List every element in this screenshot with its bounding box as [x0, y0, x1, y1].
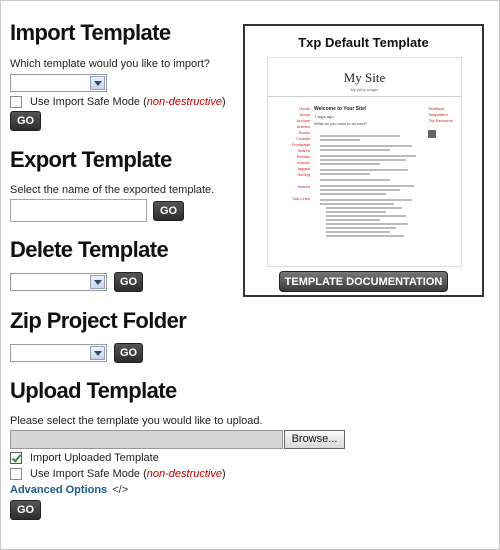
chevron-down-icon [90, 346, 105, 360]
upload-go-button[interactable]: GO [10, 500, 41, 520]
upload-safe-mode-label: Use Import Safe Mode (non-destructive) [30, 468, 226, 480]
upload-file-input[interactable] [10, 430, 283, 449]
zip-project-select[interactable] [10, 344, 107, 362]
import-heading: Import Template [10, 20, 171, 45]
thumb-article-date: 7 days ago [314, 114, 334, 119]
non-destructive-note: non-destructive [146, 468, 222, 480]
zip-go-button[interactable]: GO [114, 343, 143, 363]
import-safe-mode-label: Use Import Safe Mode (non-destructive) [30, 96, 226, 108]
import-uploaded-label: Import Uploaded Template [30, 452, 159, 464]
thumb-divider [268, 96, 461, 97]
export-name-input[interactable] [10, 199, 147, 222]
thumb-left-nav: Home About Archive Articles Books Contact Fron… [291, 106, 310, 201]
delete-template-select[interactable] [10, 273, 107, 291]
thumb-badge-icon [428, 130, 436, 138]
browse-button[interactable]: Browse... [284, 430, 345, 449]
advanced-options-suffix: </> [112, 484, 129, 496]
upload-prompt: Please select the template you would lik… [10, 415, 263, 427]
thumb-slogan: My pithy slogan [350, 87, 379, 92]
thumb-article: Welcome to Your Site! 7 days ago What do… [314, 106, 424, 237]
import-template-select[interactable] [10, 74, 107, 92]
delete-heading: Delete Template [10, 237, 169, 262]
upload-safe-mode-checkbox[interactable] [10, 468, 22, 480]
chevron-down-icon [90, 275, 105, 289]
advanced-options-row: Advanced Options </> [10, 484, 128, 496]
thumb-article-lead: What do you want to do next? [314, 121, 367, 126]
non-destructive-note: non-destructive [146, 96, 222, 108]
chevron-down-icon [90, 76, 105, 90]
import-go-button[interactable]: GO [10, 111, 41, 131]
import-uploaded-checkbox[interactable] [10, 452, 22, 464]
import-prompt: Which template would you like to import? [10, 58, 210, 70]
import-safe-mode-checkbox[interactable] [10, 96, 22, 108]
export-heading: Export Template [10, 147, 172, 172]
advanced-options-link[interactable]: Advanced Options [10, 484, 107, 496]
thumb-right-links: TextBook Textpattern Txp Resource [428, 106, 458, 138]
thumb-article-title: Welcome to Your Site! [314, 106, 367, 112]
preview-title: Txp Default Template [298, 35, 429, 50]
preview-thumbnail: My Site My pithy slogan Home About Archive… [267, 57, 462, 267]
thumb-site-title: My Site [343, 70, 386, 85]
delete-go-button[interactable]: GO [114, 272, 143, 292]
thumb-article-lines [314, 132, 422, 237]
template-preview-panel: Txp Default Template My Site My pithy sl… [243, 24, 484, 297]
export-prompt: Select the name of the exported template… [10, 184, 215, 196]
template-documentation-button[interactable]: TEMPLATE DOCUMENTATION [279, 271, 448, 292]
zip-heading: Zip Project Folder [10, 308, 187, 333]
upload-heading: Upload Template [10, 378, 177, 403]
export-go-button[interactable]: GO [153, 201, 184, 221]
